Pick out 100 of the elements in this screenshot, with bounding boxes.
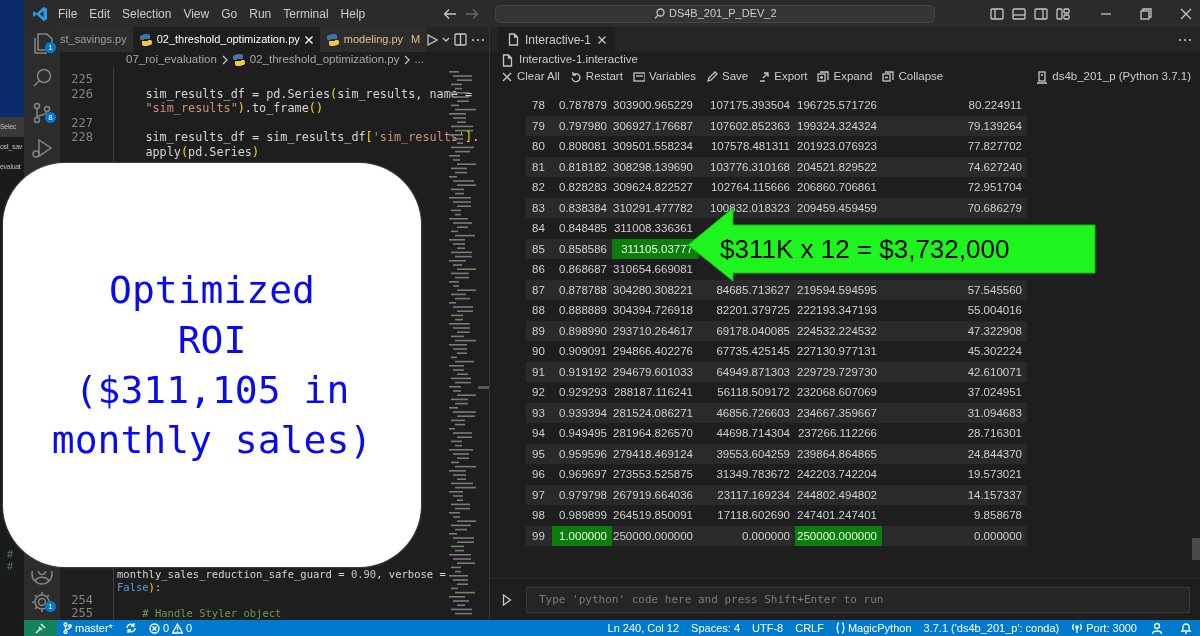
table-cell-text: 0.959596	[558, 446, 608, 462]
table-cell-text: 19.573021	[966, 467, 1023, 482]
editor-tab[interactable]: modeling.py M	[319, 27, 427, 52]
activity-button[interactable]: 8	[24, 98, 60, 128]
toolbar-button[interactable]: Expand	[812, 68, 878, 86]
status-item[interactable]: MagicPython	[829, 620, 918, 636]
table-cell-text: 14.157337	[966, 487, 1023, 503]
activity-button[interactable]: 1	[24, 587, 60, 617]
code-line: monthly_sales_reduction_safe_guard = 0.90, verbose =	[117, 568, 446, 580]
menu-item[interactable]: Go	[215, 4, 244, 23]
menu-item[interactable]: Terminal	[277, 4, 335, 23]
status-item[interactable]: Spaces: 4	[685, 620, 747, 636]
row-index: 94	[531, 426, 546, 441]
table-cell-text: 24.844370	[966, 446, 1023, 462]
table-cell-text: 79.139264	[966, 118, 1023, 134]
status-item[interactable]: 3.7.1 ('ds4b_201_p': conda)	[917, 620, 1066, 636]
table-cell-text: 107175.393504	[709, 98, 791, 113]
table-cell-text: 84685.713627	[715, 282, 791, 298]
menu-item[interactable]: Help	[334, 4, 372, 23]
comment-mark: #	[6, 548, 15, 560]
toolbar-button[interactable]: Variables	[627, 68, 701, 86]
row-index: 87	[531, 282, 546, 298]
status-item[interactable]: Port: 3000	[1065, 620, 1143, 636]
table-cell-text: 0.858586	[558, 241, 608, 257]
table-cell-text: 199324.324324	[796, 118, 878, 134]
table-cell-text: 281524.086271	[612, 405, 694, 421]
table-cell-text: 39553.604259	[715, 446, 791, 462]
menu-item[interactable]: Run	[243, 4, 278, 23]
table-cell-text: 0.838384	[558, 200, 608, 216]
file-name: Interactive-1.interactive	[519, 52, 638, 68]
table-cell-text: 0.828283	[558, 180, 608, 195]
table-cell-text: 80.224911	[967, 98, 1023, 113]
table-cell-text: 281964.826570	[612, 426, 694, 441]
status-item[interactable]: UTF-8	[746, 620, 790, 636]
table-cell-text: 0.808081	[558, 139, 608, 154]
code-input-field[interactable]: Type 'python' code here and press Shift+Enter to run	[526, 586, 1190, 613]
menu-item[interactable]: Edit	[83, 4, 117, 23]
table-cell-text: 9.858678	[973, 508, 1023, 523]
table-cell-text: 229729.729730	[796, 364, 878, 380]
table-cell: 1.000000	[552, 525, 612, 546]
code-line: "sim_results").to_frame()	[144, 101, 323, 116]
activity-button[interactable]: 1	[24, 28, 60, 58]
menu-item[interactable]: File	[52, 4, 84, 23]
table-cell-text: 304394.726918	[612, 303, 694, 318]
caption-text: Optimized ROI ($311,105 in monthly sales)	[51, 267, 373, 464]
row-index: 85	[531, 241, 546, 257]
table-cell-text: 82201.379725	[715, 303, 791, 318]
status-item[interactable]: Ln 240, Col 12	[601, 620, 686, 636]
table-cell-text: 0.878788	[558, 282, 608, 298]
table-cell-text: 0.787879	[558, 98, 608, 113]
menu-item[interactable]: Selection	[116, 4, 178, 23]
table-cell-text: 273553.525875	[612, 467, 694, 482]
table-cell-text: 31.094683	[966, 405, 1023, 421]
editor-tab[interactable]: st_savings.py	[60, 27, 133, 52]
panel-tab[interactable]: Interactive-1	[498, 27, 616, 52]
command-search-field[interactable]: DS4B_201_P_DEV_2	[495, 4, 936, 23]
table-cell-text: 64949.871303	[715, 364, 791, 380]
table-cell-text: 294866.402276	[612, 344, 694, 359]
table-cell-text: 239864.864865	[796, 446, 878, 462]
row-index: 97	[531, 487, 546, 503]
toolbar-button[interactable]: Collapse	[877, 68, 949, 86]
table-cell-text: 0.939394	[558, 405, 608, 421]
table-cell-text: 46856.726603	[715, 405, 791, 421]
kernel-button[interactable]: ds4b_201_p (Python 3.7.1)	[1031, 68, 1196, 86]
table-cell-text: 209459.459459	[796, 200, 878, 216]
table-cell-text: 100832.018323	[709, 200, 791, 216]
status-item[interactable]: CRLF	[789, 620, 830, 636]
toolbar-button[interactable]: Clear All	[496, 68, 565, 86]
row-index: 89	[531, 323, 546, 339]
row-index: 93	[531, 405, 546, 421]
table-cell-text: 309501.558234	[612, 139, 694, 154]
menu-item[interactable]: View	[177, 4, 216, 23]
breadcrumb-item[interactable]: ...	[414, 51, 424, 69]
breadcrumb-item[interactable]: 07_roi_evaluation	[126, 51, 217, 69]
row-index: 88	[531, 303, 546, 318]
table-cell-text: 309624.822527	[612, 180, 694, 195]
branch-button[interactable]: master*	[57, 620, 119, 636]
table-cell-text: 17118.602690	[716, 508, 791, 523]
table-cell-text: 107578.481311	[709, 139, 791, 154]
toolbar-button[interactable]: Export	[753, 68, 813, 86]
problems-button[interactable]: 0 0	[142, 620, 199, 636]
table-cell-text: 219594.594595	[796, 282, 878, 298]
toolbar-button[interactable]: Save	[701, 68, 754, 86]
code-line: False):	[117, 581, 162, 593]
editor-tab[interactable]: 02_threshold_optimization.py	[132, 27, 320, 52]
table-cell-text: 47.322908	[966, 323, 1023, 339]
table-cell-text: 0.909091	[558, 344, 608, 359]
table-cell-text: 23117.169234	[716, 487, 791, 503]
table-cell-text: 0.818182	[558, 159, 608, 175]
table-cell-text: 69178.040085	[715, 323, 791, 339]
table-cell-text: 31349.783672	[715, 467, 791, 482]
table-cell-text: 232068.607069	[796, 385, 878, 400]
table-cell-text: 55.004016	[966, 303, 1023, 318]
table-cell-text: 0.868687	[558, 262, 608, 277]
line-number: 254	[70, 594, 94, 607]
table-cell-text: 72.951704	[966, 180, 1023, 195]
table-cell-text: 0.969697	[558, 467, 608, 482]
toolbar-button[interactable]: Restart	[564, 68, 628, 86]
table-cell-text: 306927.176687	[612, 118, 694, 134]
breadcrumb-item[interactable]: 02_threshold_optimization.py	[231, 51, 400, 69]
